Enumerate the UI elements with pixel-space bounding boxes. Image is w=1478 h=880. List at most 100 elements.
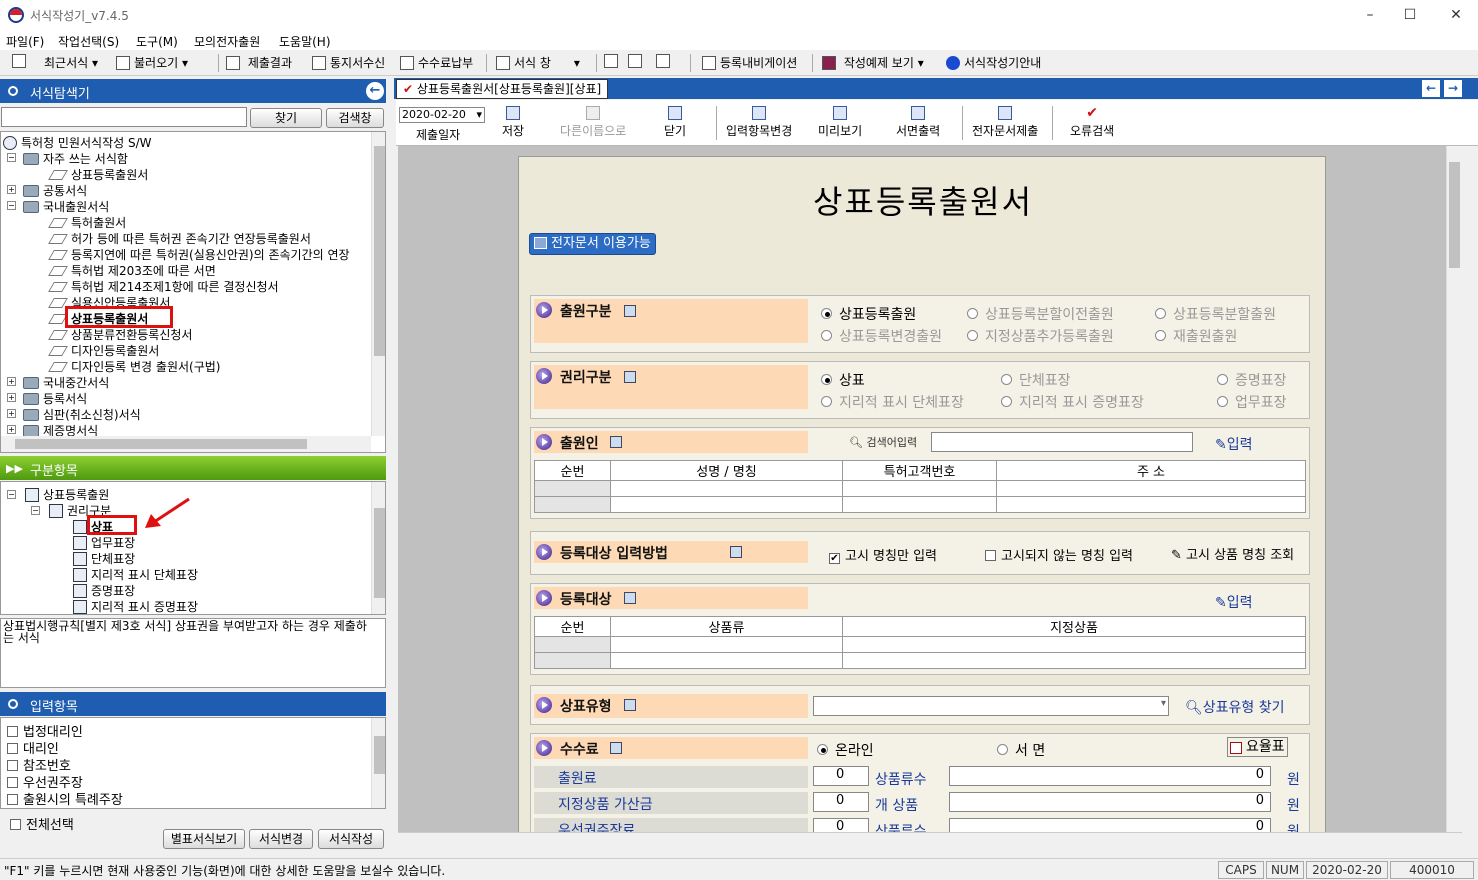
close-icon[interactable]: ✕	[1446, 5, 1466, 25]
notice-receive-button[interactable]: 통지서수신	[312, 54, 385, 71]
canvas-vscroll[interactable]	[1446, 146, 1462, 832]
input-items-vscroll[interactable]	[371, 718, 385, 808]
document-tab[interactable]: ✔ 상표등록출원서[상표등록출원][상표]	[396, 79, 609, 99]
radio-right-type[interactable]: 지리적 표시 증명표장	[1001, 392, 1144, 412]
fee-amount-input[interactable]: 0	[949, 818, 1271, 832]
fee-payment-button[interactable]: 수수료납부	[400, 54, 473, 71]
tree-common[interactable]: 공통서식	[23, 182, 87, 199]
tree-item[interactable]: 디자인등록 변경 출원서(구법)	[48, 358, 220, 375]
radio-online[interactable]: 온라인	[817, 740, 874, 760]
category-item[interactable]: 증명표장	[73, 582, 135, 599]
canvas-hscroll[interactable]	[398, 832, 1462, 856]
edit-icon[interactable]	[730, 546, 742, 558]
navigation-button[interactable]: 등록내비게이션	[702, 54, 797, 71]
select-all-checkbox[interactable]: 전체선택	[10, 814, 74, 833]
tool-icon-2[interactable]	[628, 54, 646, 68]
table-row[interactable]	[534, 652, 1306, 669]
maximize-icon[interactable]: ☐	[1400, 5, 1420, 25]
tree-trial[interactable]: 심판(취소신청)서식	[23, 406, 141, 423]
new-icon[interactable]	[12, 54, 30, 68]
applicant-input-button[interactable]: ✎입력	[1215, 434, 1253, 454]
esubmit-button[interactable]: 전자문서제출	[972, 106, 1038, 139]
menu-task[interactable]: 작업선택(S)	[58, 33, 119, 50]
radio-app-type[interactable]: 상표등록출원	[821, 304, 916, 324]
form-window-button[interactable]: 서식 창 ▾	[496, 54, 580, 71]
tree-item[interactable]: 디자인등록출원서	[48, 342, 159, 359]
prev-tab-icon[interactable]: ←	[1422, 80, 1440, 97]
save-button[interactable]: 저장	[502, 106, 524, 139]
error-check-button[interactable]: ✔ 오류검색	[1070, 106, 1114, 139]
find-button[interactable]: 찾기	[250, 108, 322, 128]
print-button[interactable]: 서면출력	[896, 106, 940, 139]
explorer-search-input[interactable]	[1, 107, 247, 127]
tool-icon-3[interactable]	[656, 54, 674, 68]
category-vscroll[interactable]	[371, 482, 385, 614]
close-form-button[interactable]: 닫기	[664, 106, 686, 139]
tree-item[interactable]: 특허법 제214조제1항에 따른 결정신청서	[48, 278, 279, 295]
change-items-button[interactable]: 입력항목변경	[726, 106, 792, 139]
tree-freq[interactable]: 자주 쓰는 서식함	[23, 150, 128, 167]
fee-amount-input[interactable]: 0	[949, 792, 1271, 812]
fee-amount-input[interactable]: 0	[949, 766, 1271, 786]
unnoticed-checkbox[interactable]: 고시되지 않는 명칭 입력	[985, 545, 1133, 564]
applicant-search-input[interactable]	[931, 432, 1193, 452]
next-tab-icon[interactable]: →	[1444, 80, 1462, 97]
radio-right-type[interactable]: 지리적 표시 단체표장	[821, 392, 964, 412]
tree-domestic[interactable]: 국내출원서식	[23, 198, 109, 215]
radio-app-type[interactable]: 재출원출원	[1155, 326, 1237, 346]
menu-help[interactable]: 도움말(H)	[279, 33, 331, 50]
minimize-icon[interactable]: –	[1360, 5, 1380, 25]
table-row[interactable]	[534, 496, 1306, 513]
tree-item[interactable]: 특허법 제203조에 따른 서면	[48, 262, 216, 279]
tree-item[interactable]: 상품분류전환등록신청서	[48, 326, 192, 343]
date-picker[interactable]: 2020-02-20 ▾	[399, 107, 485, 123]
tree-item[interactable]: 허가 등에 따른 특허권 존속기간 연장등록출원서	[48, 230, 311, 247]
open-button[interactable]: 불러오기 ▾	[116, 54, 188, 71]
tree-freq-item[interactable]: 상표등록출원서	[48, 166, 148, 183]
view-attachment-button[interactable]: 별표서식보기	[163, 829, 245, 849]
category-item[interactable]: 지리적 표시 단체표장	[73, 566, 198, 583]
recent-forms-button[interactable]: 최근서식 ▾	[44, 54, 98, 71]
category-item[interactable]: 단체표장	[73, 550, 135, 567]
radio-app-type[interactable]: 상표등록분할이전출원	[967, 304, 1114, 324]
tree-item[interactable]: 등록지연에 따른 특허권(실용신안권)의 존속기간의 연장	[48, 246, 350, 263]
collapse-icon[interactable]: ←	[366, 82, 384, 100]
category-item[interactable]: 지리적 표시 증명표장	[73, 598, 198, 614]
create-form-button[interactable]: 서식작성	[318, 829, 384, 849]
e-document-badge[interactable]: 전자문서 이용가능	[529, 233, 656, 255]
radio-paper[interactable]: 서 면	[997, 740, 1045, 760]
guide-button[interactable]: 서식작성기안내	[946, 54, 1041, 71]
edit-icon[interactable]	[624, 305, 636, 317]
mark-type-select[interactable]: ▾	[813, 696, 1169, 716]
fee-count-input[interactable]: 0	[813, 792, 869, 812]
tree-item[interactable]: 특허출원서	[48, 214, 126, 231]
radio-right-type[interactable]: 업무표장	[1217, 392, 1287, 412]
fee-count-input[interactable]: 0	[813, 818, 869, 832]
category-root[interactable]: 상표등록출원	[25, 486, 109, 503]
tool-icon-1[interactable]	[604, 54, 622, 68]
radio-right-type[interactable]: 단체표장	[1001, 370, 1071, 390]
example-button[interactable]: 작성예제 보기 ▾	[822, 54, 924, 71]
input-item-checkbox[interactable]: 출원시의 특례주장	[7, 789, 123, 808]
submit-result-button[interactable]: 제출결과	[226, 54, 292, 71]
tree-root[interactable]: 특허청 민원서식작성 S/W	[3, 134, 152, 151]
menu-file[interactable]: 파일(F)	[6, 33, 44, 50]
mark-type-find-button[interactable]: 🔍︎상표유형 찾기	[1185, 697, 1285, 717]
notice-only-checkbox[interactable]: ✔ 고시 명칭만 입력	[829, 545, 937, 564]
tree-mid[interactable]: 국내중간서식	[23, 374, 109, 391]
category-item[interactable]: 업무표장	[73, 534, 135, 551]
radio-right-type[interactable]: 상표	[821, 370, 865, 390]
edit-icon[interactable]	[610, 436, 622, 448]
search-window-button[interactable]: 검색창	[326, 108, 384, 128]
edit-icon[interactable]	[624, 699, 636, 711]
menu-mock-filing[interactable]: 모의전자출원	[194, 33, 260, 50]
target-input-button[interactable]: ✎입력	[1215, 592, 1253, 612]
radio-right-type[interactable]: 증명표장	[1217, 370, 1287, 390]
tree-reg[interactable]: 등록서식	[23, 390, 87, 407]
edit-icon[interactable]	[624, 592, 636, 604]
change-form-button[interactable]: 서식변경	[249, 829, 313, 849]
tree-vscroll[interactable]	[371, 132, 385, 436]
notice-lookup-button[interactable]: ✎ 고시 상품 명칭 조회	[1171, 544, 1294, 563]
fee-table-button[interactable]: 요율표	[1227, 737, 1288, 757]
radio-app-type[interactable]: 지정상품추가등록출원	[967, 326, 1114, 346]
